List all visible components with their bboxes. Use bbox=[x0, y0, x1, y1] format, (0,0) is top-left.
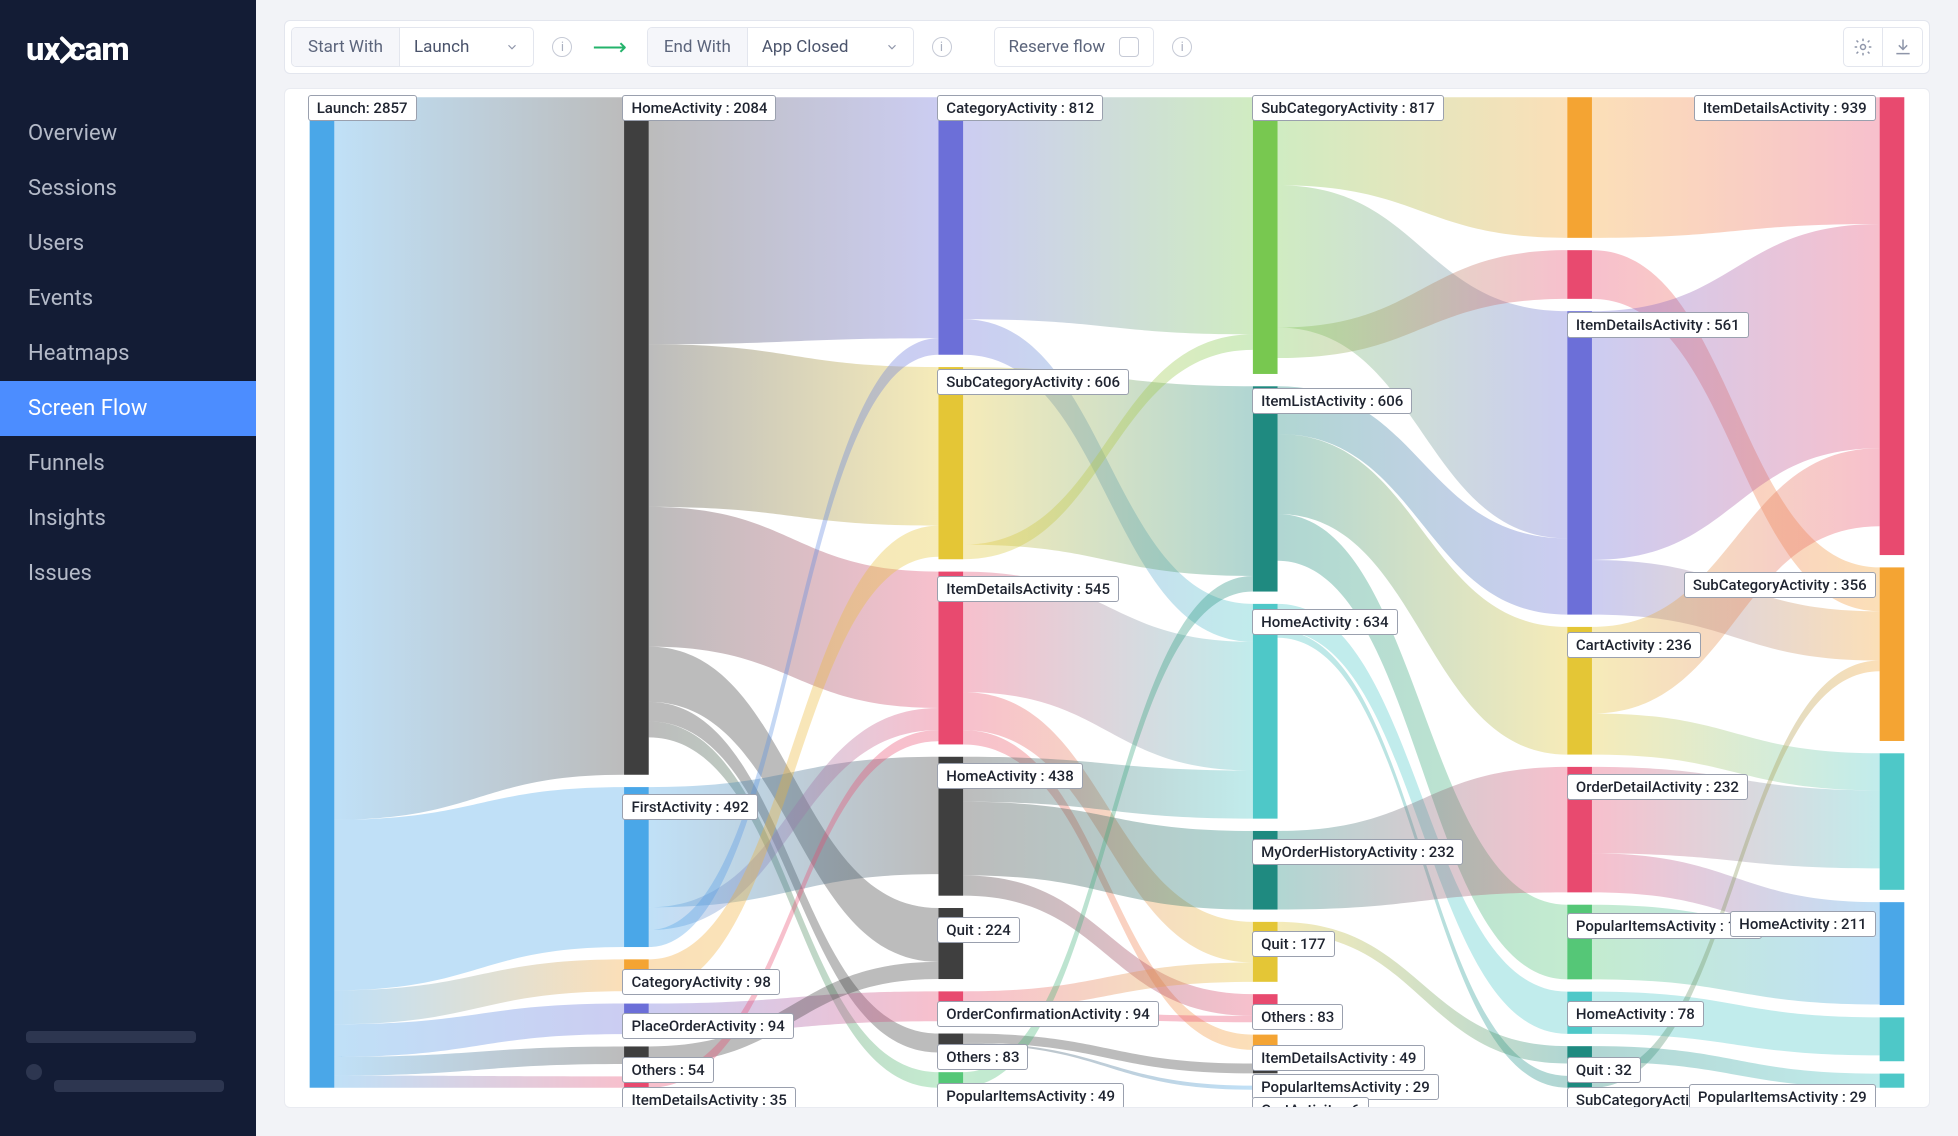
sankey-node[interactable] bbox=[1253, 97, 1278, 374]
end-with-value: App Closed bbox=[762, 37, 849, 57]
sankey-node[interactable] bbox=[624, 1046, 649, 1064]
sankey-node[interactable] bbox=[938, 757, 963, 896]
sidebar-item-overview[interactable]: Overview bbox=[0, 106, 256, 161]
sankey-node[interactable] bbox=[1567, 1046, 1592, 1063]
sankey-node[interactable] bbox=[1880, 902, 1905, 1005]
start-with-value: Launch bbox=[414, 37, 469, 57]
end-with-control: End With App Closed bbox=[647, 27, 914, 67]
sidebar-item-insights[interactable]: Insights bbox=[0, 491, 256, 546]
sankey-node[interactable] bbox=[938, 908, 963, 979]
start-with-control: Start With Launch bbox=[291, 27, 534, 67]
sankey-link[interactable] bbox=[1592, 97, 1880, 238]
download-button[interactable] bbox=[1883, 27, 1923, 67]
download-icon bbox=[1893, 37, 1913, 57]
sidebar-item-events[interactable]: Events bbox=[0, 271, 256, 326]
sidebar-item-funnels[interactable]: Funnels bbox=[0, 436, 256, 491]
info-icon[interactable]: i bbox=[932, 37, 952, 57]
sankey-node[interactable] bbox=[938, 572, 963, 745]
sidebar-item-users[interactable]: Users bbox=[0, 216, 256, 271]
settings-button[interactable] bbox=[1843, 27, 1883, 67]
brand-logo: ux cam bbox=[0, 0, 256, 106]
start-with-label: Start With bbox=[292, 28, 400, 66]
chevron-down-icon bbox=[505, 40, 519, 54]
svg-text:ux: ux bbox=[26, 30, 61, 68]
sankey-node[interactable] bbox=[310, 97, 335, 1087]
start-with-select[interactable]: Launch bbox=[400, 28, 533, 66]
sankey-node[interactable] bbox=[1567, 767, 1592, 892]
gear-icon bbox=[1853, 37, 1873, 57]
reserve-flow-label: Reserve flow bbox=[1009, 37, 1106, 57]
sankey-node[interactable] bbox=[1567, 97, 1592, 238]
sankey-link[interactable] bbox=[334, 1076, 624, 1088]
sankey-node[interactable] bbox=[938, 1072, 963, 1088]
sankey-link[interactable] bbox=[963, 97, 1253, 334]
sankey-node[interactable] bbox=[1880, 753, 1905, 890]
sankey-node[interactable] bbox=[1567, 627, 1592, 755]
sankey-chart[interactable]: Launch: 2857HomeActivity : 2084FirstActi… bbox=[284, 88, 1930, 1108]
end-with-label: End With bbox=[648, 28, 748, 66]
sidebar-item-screenflow[interactable]: Screen Flow bbox=[0, 381, 256, 436]
sankey-node[interactable] bbox=[1253, 604, 1278, 819]
sankey-node[interactable] bbox=[624, 1004, 649, 1035]
sidebar-item-heatmaps[interactable]: Heatmaps bbox=[0, 326, 256, 381]
sankey-node[interactable] bbox=[1567, 311, 1592, 614]
toolbar: Start With Launch i ⟶ End With App Close… bbox=[284, 20, 1930, 74]
main: Start With Launch i ⟶ End With App Close… bbox=[256, 0, 1958, 1136]
sankey-node[interactable] bbox=[1253, 386, 1278, 591]
sankey-node[interactable] bbox=[938, 991, 963, 1021]
nav: OverviewSessionsUsersEventsHeatmapsScree… bbox=[0, 106, 256, 601]
sankey-node[interactable] bbox=[938, 97, 963, 355]
reserve-flow-toggle[interactable]: Reserve flow bbox=[994, 27, 1155, 67]
sankey-node-label: CartActivity : 6 bbox=[1252, 1097, 1369, 1108]
sankey-node[interactable] bbox=[1880, 1017, 1905, 1061]
sankey-svg bbox=[285, 89, 1929, 1096]
sidebar-item-issues[interactable]: Issues bbox=[0, 546, 256, 601]
sankey-node[interactable] bbox=[1253, 922, 1278, 982]
sankey-node[interactable] bbox=[1567, 250, 1592, 299]
sankey-node[interactable] bbox=[1880, 567, 1905, 741]
sidebar-item-sessions[interactable]: Sessions bbox=[0, 161, 256, 216]
sankey-node[interactable] bbox=[1253, 1035, 1278, 1052]
sankey-node[interactable] bbox=[1253, 831, 1278, 910]
sankey-node[interactable] bbox=[938, 1034, 963, 1060]
sankey-node[interactable] bbox=[1253, 994, 1278, 1022]
sankey-node[interactable] bbox=[624, 787, 649, 947]
chevron-down-icon bbox=[885, 40, 899, 54]
sankey-node[interactable] bbox=[938, 367, 963, 559]
info-icon[interactable]: i bbox=[1172, 37, 1192, 57]
sankey-node[interactable] bbox=[1880, 1074, 1905, 1088]
uxcam-logo-icon: ux cam bbox=[26, 30, 206, 70]
checkbox-icon bbox=[1119, 37, 1139, 57]
arrow-right-icon: ⟶ bbox=[592, 33, 626, 61]
sankey-link[interactable] bbox=[1278, 767, 1568, 910]
sankey-node[interactable] bbox=[624, 97, 649, 775]
sidebar: ux cam OverviewSessionsUsersEventsHeatma… bbox=[0, 0, 256, 1136]
sankey-node[interactable] bbox=[1880, 97, 1905, 555]
sankey-link[interactable] bbox=[649, 97, 939, 344]
sankey-node[interactable] bbox=[1567, 905, 1592, 980]
end-with-select[interactable]: App Closed bbox=[748, 28, 913, 66]
sankey-node[interactable] bbox=[1567, 1076, 1592, 1088]
sankey-node[interactable] bbox=[1253, 1086, 1278, 1090]
sankey-link[interactable] bbox=[649, 757, 939, 908]
info-icon[interactable]: i bbox=[552, 37, 572, 57]
sankey-node[interactable] bbox=[1567, 992, 1592, 1034]
sidebar-footer bbox=[0, 1005, 256, 1136]
sankey-node[interactable] bbox=[1253, 1064, 1278, 1074]
sankey-node[interactable] bbox=[624, 1076, 649, 1087]
sankey-node[interactable] bbox=[624, 959, 649, 991]
svg-text:cam: cam bbox=[69, 30, 129, 68]
sankey-link[interactable] bbox=[334, 97, 624, 820]
